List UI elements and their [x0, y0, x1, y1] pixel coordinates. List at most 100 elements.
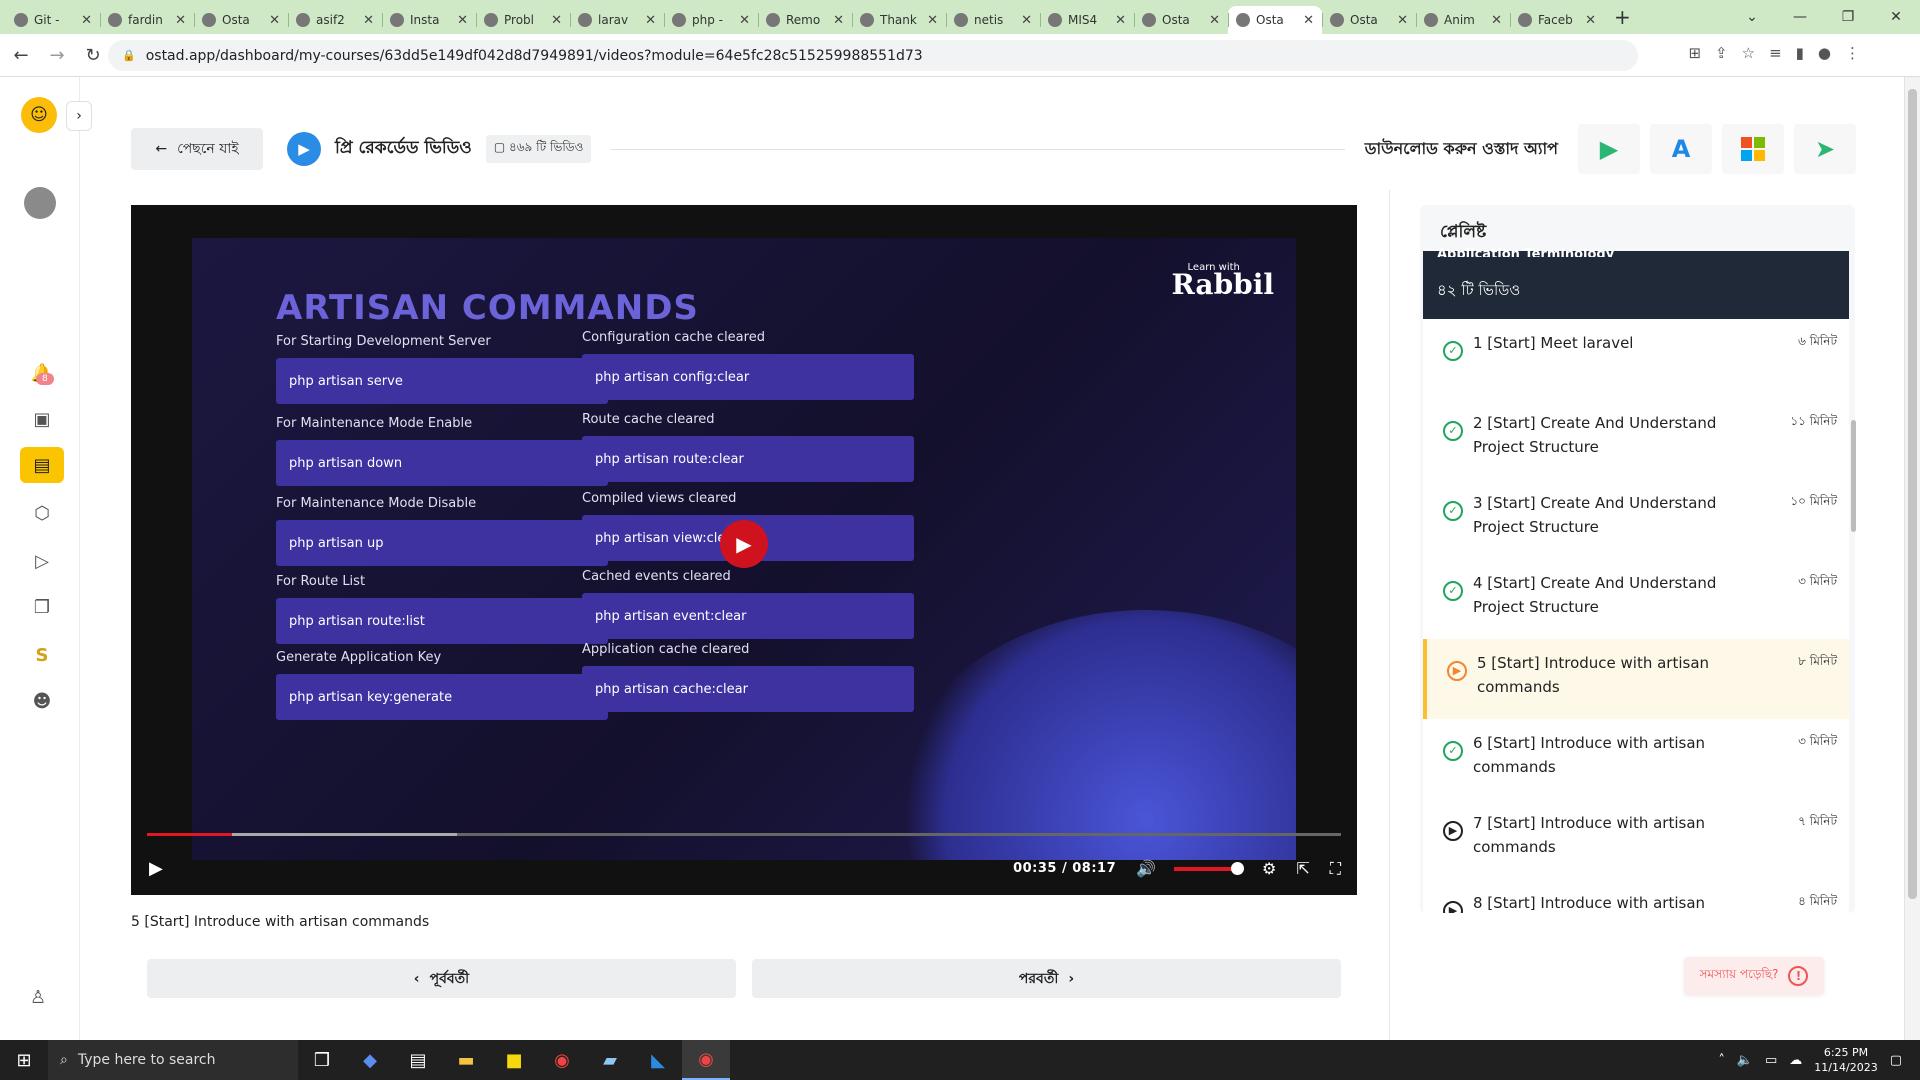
windows-start-icon[interactable]: ⊞: [0, 1050, 48, 1071]
volume-slider[interactable]: [1174, 861, 1245, 875]
translate-icon[interactable]: ⊞: [1688, 44, 1701, 62]
browser-tab[interactable]: larav ✕: [570, 6, 664, 34]
playlist-item[interactable]: ✓ 3 [Start] Create And Understand Project…: [1423, 479, 1849, 559]
copilot-icon[interactable]: ◆: [346, 1040, 394, 1080]
browser-tab[interactable]: fardin ✕: [100, 6, 194, 34]
playlist-item[interactable]: ✓ 1 [Start] Meet laravel ৬ মিনিট: [1423, 319, 1849, 399]
close-tab-icon[interactable]: ✕: [1397, 13, 1408, 28]
browser-tab[interactable]: MIS4 ✕: [1040, 6, 1134, 34]
fullscreen-icon[interactable]: ⛶: [1330, 859, 1341, 879]
close-tab-icon[interactable]: ✕: [645, 13, 656, 28]
video-icon[interactable]: ▷: [20, 543, 64, 579]
new-tab-button[interactable]: +: [1614, 5, 1631, 29]
chrome-active-icon[interactable]: ◉: [682, 1040, 730, 1080]
video-player[interactable]: ARTISAN COMMANDS Learn with Rabbil For St…: [131, 205, 1357, 895]
expand-sidebar-button[interactable]: ›: [66, 101, 92, 131]
playlist-item[interactable]: ▶ 8 [Start] Introduce with artisan comman…: [1423, 879, 1849, 913]
my-courses-icon[interactable]: ▤: [20, 447, 64, 483]
browser-menu-icon[interactable]: ⋮: [1845, 44, 1860, 62]
back-button[interactable]: ← পেছনে যাই: [131, 128, 263, 170]
task-view-icon[interactable]: ❒: [298, 1040, 346, 1080]
center-play-button[interactable]: ▶: [720, 520, 768, 568]
close-tab-icon[interactable]: ✕: [81, 13, 92, 28]
close-window-button[interactable]: ✕: [1872, 0, 1920, 34]
close-tab-icon[interactable]: ✕: [1209, 13, 1220, 28]
terminal-icon[interactable]: ▤: [394, 1040, 442, 1080]
popout-icon[interactable]: ⇱: [1296, 859, 1309, 878]
vscode-icon[interactable]: ◣: [634, 1040, 682, 1080]
live-class-icon[interactable]: ▣: [20, 401, 64, 437]
brand-s-icon[interactable]: S: [20, 637, 64, 673]
forward-nav-icon[interactable]: →: [42, 45, 72, 66]
browser-tab[interactable]: netis ✕: [946, 6, 1040, 34]
taskbar-clock[interactable]: 6:25 PM 11/14/2023: [1814, 1045, 1877, 1075]
browser-tab[interactable]: Osta ✕: [194, 6, 288, 34]
close-tab-icon[interactable]: ✕: [739, 13, 750, 28]
close-tab-icon[interactable]: ✕: [269, 13, 280, 28]
close-tab-icon[interactable]: ✕: [457, 13, 468, 28]
close-tab-icon[interactable]: ✕: [1585, 13, 1596, 28]
speaker-icon[interactable]: 🔈: [1737, 1053, 1753, 1068]
file-explorer-icon[interactable]: ▬: [442, 1040, 490, 1080]
bookmark-star-icon[interactable]: ☆: [1742, 44, 1755, 62]
browser-tab[interactable]: Git - ✕: [6, 6, 100, 34]
maximize-button[interactable]: ❐: [1824, 0, 1872, 34]
browser-tab[interactable]: Osta ✕: [1134, 6, 1228, 34]
close-tab-icon[interactable]: ✕: [551, 13, 562, 28]
progress-bar[interactable]: [147, 833, 1341, 836]
report-problem-button[interactable]: সমস্যায় পড়েছি? !: [1684, 957, 1824, 995]
browser-tab[interactable]: Thank ✕: [852, 6, 946, 34]
playlist-item[interactable]: ▶ 5 [Start] Introduce with artisan comman…: [1423, 639, 1849, 719]
playlist-item[interactable]: ✓ 6 [Start] Introduce with artisan comman…: [1423, 719, 1849, 799]
browser-tab[interactable]: asif2 ✕: [288, 6, 382, 34]
package-icon[interactable]: ⬡: [20, 495, 64, 531]
linux-app-icon[interactable]: ➤: [1794, 124, 1856, 174]
taskbar-search-box[interactable]: ⌕ Type here to search: [48, 1040, 298, 1080]
network-icon[interactable]: ▭: [1765, 1053, 1777, 1068]
volume-icon[interactable]: 🔊: [1136, 859, 1156, 878]
page-scrollbar[interactable]: [1904, 77, 1920, 1040]
close-tab-icon[interactable]: ✕: [833, 13, 844, 28]
profile-icon[interactable]: ♙: [30, 987, 46, 1008]
play-icon[interactable]: ▶: [149, 858, 163, 879]
page-scroll-thumb[interactable]: [1908, 89, 1917, 899]
playlist-item[interactable]: ✓ 2 [Start] Create And Understand Project…: [1423, 399, 1849, 479]
previous-button[interactable]: ‹ পূর্ববর্তী: [147, 959, 736, 998]
close-tab-icon[interactable]: ✕: [1021, 13, 1032, 28]
playlist-item[interactable]: ✓ 4 [Start] Create And Understand Project…: [1423, 559, 1849, 639]
tray-chevron-icon[interactable]: ˄: [1718, 1053, 1725, 1068]
reading-list-icon[interactable]: ≡: [1769, 44, 1782, 62]
close-tab-icon[interactable]: ✕: [1303, 13, 1314, 28]
browser-tab[interactable]: Osta ✕: [1322, 6, 1416, 34]
playlist-scrollbar[interactable]: [1851, 420, 1856, 532]
browser-tab[interactable]: Faceb ✕: [1510, 6, 1604, 34]
close-tab-icon[interactable]: ✕: [927, 13, 938, 28]
side-panel-icon[interactable]: ▮: [1796, 44, 1804, 62]
playlist-item[interactable]: ▶ 7 [Start] Introduce with artisan comman…: [1423, 799, 1849, 879]
settings-gear-icon[interactable]: ⚙: [1262, 859, 1276, 878]
sticky-notes-icon[interactable]: ■: [490, 1040, 538, 1080]
back-nav-icon[interactable]: ←: [6, 45, 36, 66]
minimize-button[interactable]: —: [1776, 0, 1824, 34]
google-play-icon[interactable]: ▶: [1578, 124, 1640, 174]
share-icon[interactable]: ⇪: [1715, 44, 1728, 62]
module-header[interactable]: Application Terminology ৪২ টি ভিডিও: [1423, 247, 1849, 319]
browser-tab[interactable]: Probl ✕: [476, 6, 570, 34]
url-bar[interactable]: 🔒 ostad.app/dashboard/my-courses/63dd5e1…: [108, 40, 1638, 71]
library-icon[interactable]: ❐: [20, 589, 64, 625]
next-button[interactable]: পরবর্তী ›: [752, 959, 1341, 998]
onedrive-icon[interactable]: ☁: [1789, 1053, 1802, 1068]
notification-center-icon[interactable]: ▢: [1890, 1053, 1902, 1068]
chrome-icon[interactable]: ◉: [538, 1040, 586, 1080]
tab-search-icon[interactable]: ⌄: [1728, 0, 1776, 34]
close-tab-icon[interactable]: ✕: [1491, 13, 1502, 28]
browser-tab[interactable]: Remo ✕: [758, 6, 852, 34]
browser-tab[interactable]: Anim ✕: [1416, 6, 1510, 34]
browser-tab[interactable]: Insta ✕: [382, 6, 476, 34]
user-avatar[interactable]: [24, 187, 56, 219]
close-tab-icon[interactable]: ✕: [363, 13, 374, 28]
notepad-icon[interactable]: ▰: [586, 1040, 634, 1080]
browser-tab[interactable]: Osta ✕: [1228, 6, 1322, 34]
ostad-logo[interactable]: ☺: [21, 97, 57, 133]
close-tab-icon[interactable]: ✕: [175, 13, 186, 28]
